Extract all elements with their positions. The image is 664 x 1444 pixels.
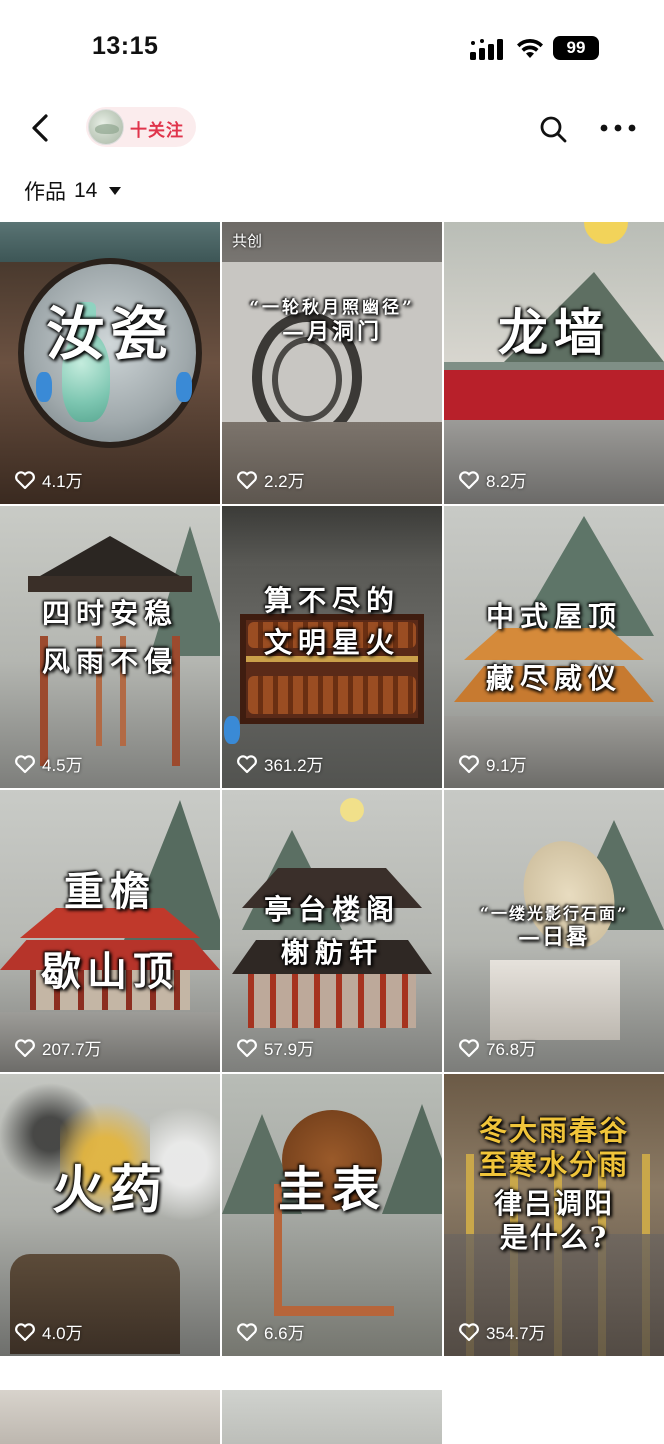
work-tile[interactable]: 重檐 歇山顶 207.7万 (0, 790, 220, 1072)
cellular-signal-icon (470, 39, 503, 60)
tile-title: “一轮秋月照幽径” —月洞门 (249, 298, 415, 346)
work-tile[interactable]: 汝瓷 4.1万 (0, 222, 220, 504)
works-count: 14 (74, 179, 98, 202)
tile-title: 龙墙 (498, 303, 610, 362)
work-tile[interactable]: 四时安稳 风雨不侵 4.5万 (0, 506, 220, 788)
tile-title: 四时安稳 风雨不侵 (41, 597, 178, 678)
tile-title: 冬大雨春谷 至寒水分雨 律吕调阳 是什么? (478, 1114, 629, 1254)
work-tile[interactable]: 共创 “一轮秋月照幽径” —月洞门 2.2万 (222, 222, 442, 504)
like-count: 76.8万 (458, 1035, 536, 1060)
like-count: 6.6万 (236, 1319, 305, 1344)
like-count: 4.0万 (14, 1319, 83, 1344)
like-count: 354.7万 (458, 1319, 546, 1344)
like-count: 8.2万 (458, 467, 527, 492)
status-bar: 13:15 99 (0, 0, 664, 98)
follow-label: 十关注 (130, 121, 184, 141)
heart-icon (459, 470, 479, 489)
work-tile[interactable]: 冬大雨春谷 至寒水分雨 律吕调阳 是什么? 354.7万 (444, 1074, 664, 1356)
work-tile[interactable]: 龙墙 8.2万 (444, 222, 664, 504)
heart-icon (459, 1038, 479, 1057)
tile-title: 算不尽的 文明星火 (263, 584, 400, 659)
like-count: 361.2万 (236, 751, 324, 776)
tile-title: 重檐 歇山顶 (41, 868, 179, 995)
works-filter-dropdown[interactable]: 作品 14 (24, 174, 122, 208)
work-tile[interactable]: 火药 4.0万 (0, 1074, 220, 1356)
like-count: 4.1万 (14, 467, 83, 492)
heart-icon (459, 1322, 479, 1341)
heart-icon (15, 1322, 35, 1341)
like-count: 4.5万 (14, 751, 83, 776)
heart-icon (237, 1322, 257, 1341)
wifi-icon (517, 38, 543, 58)
works-label: 作品 (24, 180, 66, 204)
tile-title: 汝瓷 (45, 300, 174, 368)
heart-icon (237, 754, 257, 773)
tile-title: 火药 (51, 1160, 168, 1221)
collab-badge: 共创 (232, 232, 263, 250)
like-count: 2.2万 (236, 467, 305, 492)
more-options-icon[interactable] (598, 118, 638, 138)
battery-indicator: 99 (553, 36, 599, 60)
heart-icon (237, 470, 257, 489)
back-arrow-icon[interactable] (26, 108, 58, 148)
work-tile[interactable]: “一缕光影行石面” —日晷 76.8万 (444, 790, 664, 1072)
heart-icon (15, 470, 35, 489)
heart-icon (15, 1038, 35, 1057)
status-time: 13:15 (92, 32, 159, 60)
work-tile[interactable]: 亭台楼阁 榭舫轩 57.9万 (222, 790, 442, 1072)
heart-icon (15, 754, 35, 773)
tile-title: 亭台楼阁 榭舫轩 (263, 893, 400, 970)
like-count: 57.9万 (236, 1035, 314, 1060)
tile-title: “一缕光影行石面” —日晷 (479, 904, 629, 950)
like-count: 207.7万 (14, 1035, 102, 1060)
work-tile[interactable]: 算不尽的 文明星火 361.2万 (222, 506, 442, 788)
work-tile[interactable]: 中式屋顶 藏尽威仪 9.1万 (444, 506, 664, 788)
search-icon[interactable] (538, 114, 568, 144)
heart-icon (237, 1038, 257, 1057)
top-nav: 十关注 (0, 98, 664, 160)
follow-button[interactable]: 十关注 (86, 107, 196, 147)
like-count: 9.1万 (458, 751, 527, 776)
work-tile[interactable] (222, 1390, 442, 1444)
tile-title: 中式屋顶 藏尽威仪 (485, 600, 622, 695)
avatar[interactable] (88, 109, 124, 145)
tile-title: 圭表 (277, 1162, 386, 1218)
work-tile[interactable]: 圭表 6.6万 (222, 1074, 442, 1356)
caret-down-icon (109, 187, 122, 195)
work-tile[interactable] (0, 1390, 220, 1444)
heart-icon (459, 754, 479, 773)
